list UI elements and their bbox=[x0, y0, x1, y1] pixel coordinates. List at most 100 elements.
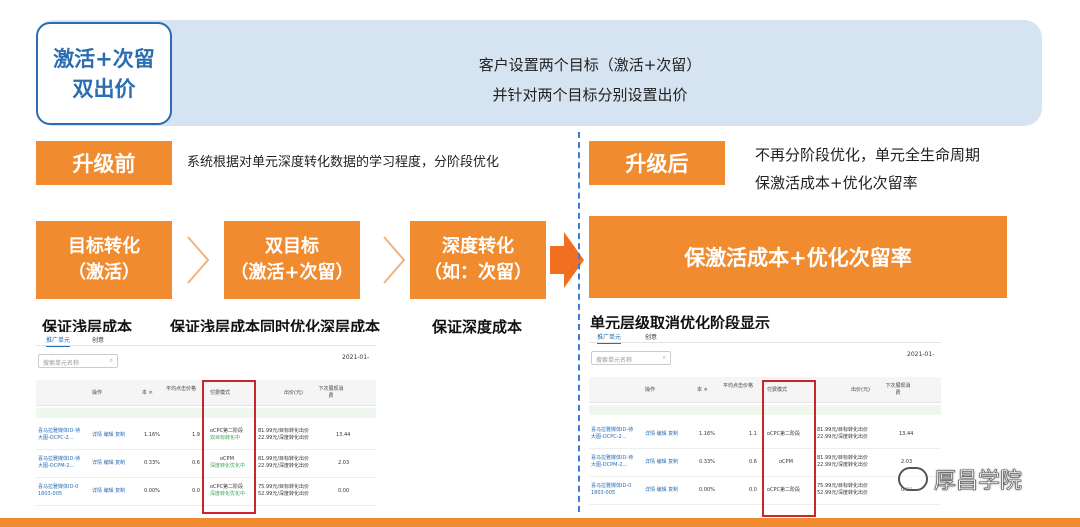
search-placeholder: 搜索单元名称 bbox=[43, 360, 80, 367]
row-rate: 0.00% bbox=[699, 487, 715, 493]
row-avg: 0.0 bbox=[192, 488, 200, 494]
unit-name[interactable]: 喜马拉雅媒体ID-0 bbox=[38, 484, 78, 491]
tab-bar: 推广单元 创意 bbox=[36, 332, 376, 347]
tab-units[interactable]: 推广单元 bbox=[46, 335, 71, 347]
tab-bar: 推广单元 创意 bbox=[589, 329, 941, 344]
row-spend: 2.03 bbox=[338, 460, 350, 466]
row-actions[interactable]: 详情 编辑 复制 bbox=[92, 460, 125, 467]
col-next-spend: 下次展现消费 bbox=[885, 383, 911, 396]
tab-units[interactable]: 推广单元 bbox=[597, 332, 622, 344]
date-picker[interactable]: 2021-01- bbox=[907, 351, 934, 358]
col-rate: 本 ≑ bbox=[142, 390, 153, 396]
after-desc: 不再分阶段优化，单元全生命周期 保激活成本+优化次留率 bbox=[755, 141, 980, 197]
row-rate: 0.00% bbox=[144, 488, 160, 494]
row-bid-deep: 22.99元/深度转化出价 bbox=[817, 434, 868, 440]
search-placeholder: 搜索单元名称 bbox=[596, 357, 633, 364]
row-bid-target: 75.99元/目标转化出价 bbox=[258, 484, 309, 490]
watermark: 厚昌学院 bbox=[898, 463, 1022, 495]
col-actions: 操作 bbox=[92, 390, 103, 396]
col-bid: 出价(元) bbox=[851, 387, 870, 393]
title-line1: 激活+次留 bbox=[53, 46, 155, 71]
title-box: 激活+次留 双出价 bbox=[36, 22, 172, 125]
date-picker[interactable]: 2021-01- bbox=[342, 354, 369, 361]
unit-name-sub[interactable]: 大图-OCPC-2... bbox=[591, 434, 627, 441]
unit-name[interactable]: 喜马拉雅媒体ID-待 bbox=[38, 456, 80, 463]
row-avg: 1.1 bbox=[749, 431, 757, 437]
search-input[interactable]: 搜索单元名称 ⌕ bbox=[38, 354, 118, 368]
stage-3-line2: （如：次留） bbox=[424, 262, 532, 283]
before-tag: 升级前 bbox=[36, 141, 172, 185]
row-rate: 1.16% bbox=[699, 431, 715, 437]
row-rate: 0.33% bbox=[144, 460, 160, 466]
unit-name-sub[interactable]: 大图-OCPC-2... bbox=[38, 435, 74, 442]
after-strategy-banner: 保激活成本+优化次留率 bbox=[589, 216, 1007, 298]
row-actions[interactable]: 详情 编辑 复制 bbox=[645, 431, 678, 438]
row-bid-target: 81.99元/目标转化出价 bbox=[817, 427, 868, 433]
banner-text: 客户设置两个目标（激活+次留） 并针对两个目标分别设置出价 bbox=[420, 50, 760, 110]
unit-name-sub[interactable]: 1803-005 bbox=[38, 491, 62, 498]
highlight-box bbox=[762, 380, 816, 517]
row-bid-deep: 52.99元/深度转化出价 bbox=[258, 491, 309, 497]
col-next-spend: 下次展现消费 bbox=[318, 386, 344, 399]
row-bid-deep: 22.99元/深度转化出价 bbox=[258, 463, 309, 469]
banner-line2: 并针对两个目标分别设置出价 bbox=[492, 86, 688, 104]
unit-name[interactable]: 喜马拉雅媒体ID-待 bbox=[38, 428, 80, 435]
row-avg: 1.9 bbox=[192, 432, 200, 438]
row-actions[interactable]: 详情 编辑 复制 bbox=[92, 488, 125, 495]
row-actions[interactable]: 详情 编辑 复制 bbox=[92, 432, 125, 439]
stage-3-line1: 深度转化 bbox=[442, 236, 514, 257]
row-bid-deep: 52.99元/深度转化出价 bbox=[817, 490, 868, 496]
unit-name[interactable]: 喜马拉雅媒体ID-待 bbox=[591, 455, 633, 462]
row-bid-deep: 22.99元/深度转化出价 bbox=[258, 435, 309, 441]
caption-deep-cost: 保证深度成本 bbox=[432, 318, 523, 336]
search-icon: ⌕ bbox=[662, 354, 666, 361]
row-bid-deep: 22.99元/深度转化出价 bbox=[817, 462, 868, 468]
stage-target-conversion: 目标转化 （激活） bbox=[36, 221, 172, 299]
unit-name-sub[interactable]: 大图-OCPM-2... bbox=[38, 463, 74, 470]
before-desc: 系统根据对单元深度转化数据的学习程度，分阶段优化 bbox=[187, 155, 500, 170]
row-bid-target: 81.99元/目标转化出价 bbox=[258, 456, 309, 462]
chevron-right-icon bbox=[383, 236, 406, 284]
unit-name[interactable]: 喜马拉雅媒体ID-待 bbox=[591, 427, 633, 434]
row-rate: 0.33% bbox=[699, 459, 715, 465]
row-bid-target: 75.99元/目标转化出价 bbox=[817, 483, 868, 489]
col-avg-cpc: 平均点击价格 bbox=[723, 383, 754, 389]
after-desc-line1: 不再分阶段优化，单元全生命周期 bbox=[755, 146, 981, 164]
stage-1-line1: 目标转化 bbox=[68, 236, 140, 257]
section-divider bbox=[578, 132, 580, 512]
unit-name-sub[interactable]: 大图-DCPM-2... bbox=[591, 462, 627, 469]
row-avg: 0.6 bbox=[192, 460, 200, 466]
tab-creatives[interactable]: 创意 bbox=[645, 332, 657, 341]
highlight-box bbox=[202, 380, 256, 514]
row-spend: 0.00 bbox=[338, 488, 350, 494]
stage-1-line2: （激活） bbox=[68, 262, 140, 283]
stage-deep-conversion: 深度转化 （如：次留） bbox=[410, 221, 546, 299]
row-avg: 0.0 bbox=[749, 487, 757, 493]
search-icon: ⌕ bbox=[109, 357, 113, 364]
title-line2: 双出价 bbox=[72, 76, 136, 101]
after-tag: 升级后 bbox=[589, 141, 725, 185]
row-rate: 1.16% bbox=[144, 432, 160, 438]
unit-name-sub[interactable]: 1803-005 bbox=[591, 490, 615, 497]
row-actions[interactable]: 详情 编辑 复制 bbox=[645, 459, 678, 466]
row-bid-target: 81.99元/目标转化出价 bbox=[258, 428, 309, 434]
col-rate: 本 ≑ bbox=[697, 387, 708, 393]
row-spend: 13.44 bbox=[899, 431, 914, 437]
chevron-right-icon bbox=[187, 236, 210, 284]
row-spend: 13.44 bbox=[336, 432, 351, 438]
banner-line1: 客户设置两个目标（激活+次留） bbox=[478, 56, 702, 74]
row-actions[interactable]: 详情 编辑 复制 bbox=[645, 487, 678, 494]
col-actions: 操作 bbox=[645, 387, 656, 393]
stage-2-line1: 双目标 bbox=[265, 236, 319, 257]
unit-name[interactable]: 喜马拉雅媒体ID-0 bbox=[591, 483, 631, 490]
col-bid: 出价(元) bbox=[284, 390, 303, 396]
watermark-text: 厚昌学院 bbox=[934, 469, 1023, 495]
row-avg: 0.6 bbox=[749, 459, 757, 465]
col-avg-cpc: 平均点击价格 bbox=[166, 386, 197, 392]
tab-creatives[interactable]: 创意 bbox=[92, 335, 104, 344]
after-desc-line2: 保激活成本+优化次留率 bbox=[755, 174, 918, 192]
row-bid-target: 81.99元/目标转化出价 bbox=[817, 455, 868, 461]
stage-2-line2: （激活+次留） bbox=[230, 262, 354, 283]
bottom-bar bbox=[0, 518, 1080, 527]
search-input[interactable]: 搜索单元名称 ⌕ bbox=[591, 351, 671, 365]
